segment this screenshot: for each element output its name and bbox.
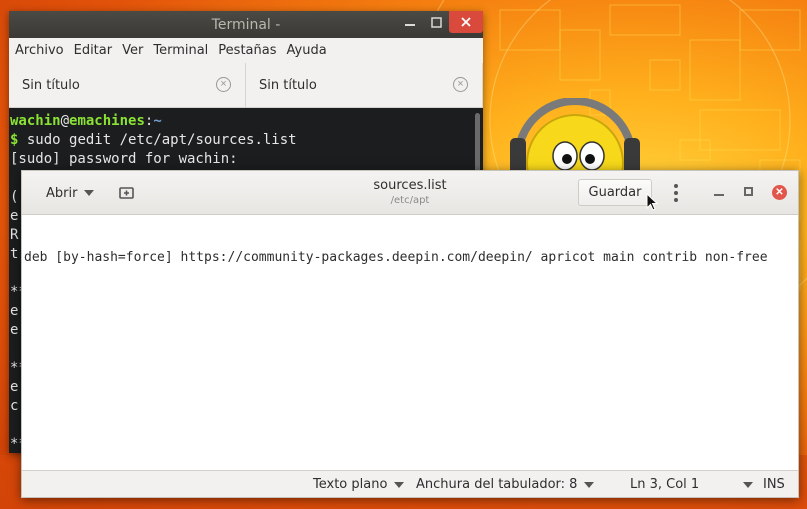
cursor-position-label: Ln 3, Col 1	[630, 477, 700, 492]
terminal-tab-1-label: Sin título	[22, 78, 80, 93]
terminal-menubar: Archivo Editar Ver Terminal Pestañas Ayu…	[9, 38, 483, 63]
menu-dots-icon[interactable]	[673, 184, 679, 202]
terminal-tab-2-label: Sin título	[259, 78, 317, 93]
prompt-host: emachines	[69, 113, 145, 129]
chevron-down-icon	[743, 481, 754, 488]
menu-terminal[interactable]: Terminal	[153, 43, 208, 58]
terminal-titlebar: Terminal -	[9, 11, 483, 38]
prompt-path: ~	[153, 113, 162, 129]
gedit-headerbar: Abrir sources.list /etc/apt Guardar ✕	[22, 171, 798, 215]
tab-close-icon[interactable]: ×	[453, 77, 468, 92]
minimize-icon	[405, 24, 415, 26]
terminal-close-button[interactable]	[449, 11, 483, 33]
minimize-icon[interactable]	[714, 187, 724, 197]
language-selector[interactable]: Texto plano	[313, 477, 405, 492]
tab-width-selector[interactable]: Anchura del tabulador: 8	[416, 477, 595, 492]
terminal-minimize-button[interactable]	[397, 11, 423, 33]
terminal-prompt-line: wachin@emachines:~	[10, 112, 483, 131]
terminal-command: sudo gedit /etc/apt/sources.list	[18, 132, 297, 148]
terminal-tab-2[interactable]: Sin título ×	[246, 63, 483, 107]
tab-close-icon[interactable]: ×	[216, 77, 231, 92]
close-icon[interactable]: ✕	[772, 185, 787, 200]
document-title: sources.list	[373, 178, 447, 193]
menu-archivo[interactable]: Archivo	[15, 43, 64, 58]
terminal-scrollbar[interactable]	[475, 113, 480, 173]
status-bar: Texto plano Anchura del tabulador: 8 Ln …	[22, 470, 798, 497]
menu-pestanas[interactable]: Pestañas	[218, 43, 276, 58]
save-button[interactable]: Guardar	[578, 179, 652, 206]
terminal-command-line: $ sudo gedit /etc/apt/sources.list	[10, 131, 483, 150]
prompt-at: @	[60, 113, 70, 129]
cursor-position-selector[interactable]: Ln 3, Col 1	[630, 477, 754, 492]
editor-line: deb [by-hash=force] https://community-pa…	[24, 250, 768, 265]
insert-mode-indicator[interactable]: INS	[763, 477, 785, 492]
terminal-sudo-line: [sudo] password for wachin:	[10, 151, 238, 167]
mascot-face-image	[510, 97, 640, 212]
maximize-icon	[430, 16, 442, 28]
menu-ayuda[interactable]: Ayuda	[287, 43, 327, 58]
terminal-maximize-button[interactable]	[423, 11, 449, 33]
text-editor-area[interactable]: deb [by-hash=force] https://community-pa…	[22, 216, 798, 470]
mouse-pointer-icon	[646, 193, 658, 211]
language-label: Texto plano	[313, 477, 388, 492]
terminal-window-controls	[397, 11, 483, 33]
prompt-user: wachin	[10, 113, 61, 129]
tab-width-label: Anchura del tabulador: 8	[416, 477, 578, 492]
chevron-down-icon	[394, 481, 405, 488]
maximize-icon[interactable]	[744, 187, 753, 196]
terminal-tab-bar: Sin título × Sin título ×	[9, 63, 483, 108]
gedit-window: Abrir sources.list /etc/apt Guardar ✕ de…	[21, 170, 799, 498]
chevron-down-icon	[584, 481, 595, 488]
close-icon	[461, 17, 471, 27]
menu-editar[interactable]: Editar	[74, 43, 113, 58]
menu-ver[interactable]: Ver	[122, 43, 143, 58]
terminal-tab-1[interactable]: Sin título ×	[9, 63, 246, 107]
document-path: /etc/apt	[390, 195, 430, 206]
